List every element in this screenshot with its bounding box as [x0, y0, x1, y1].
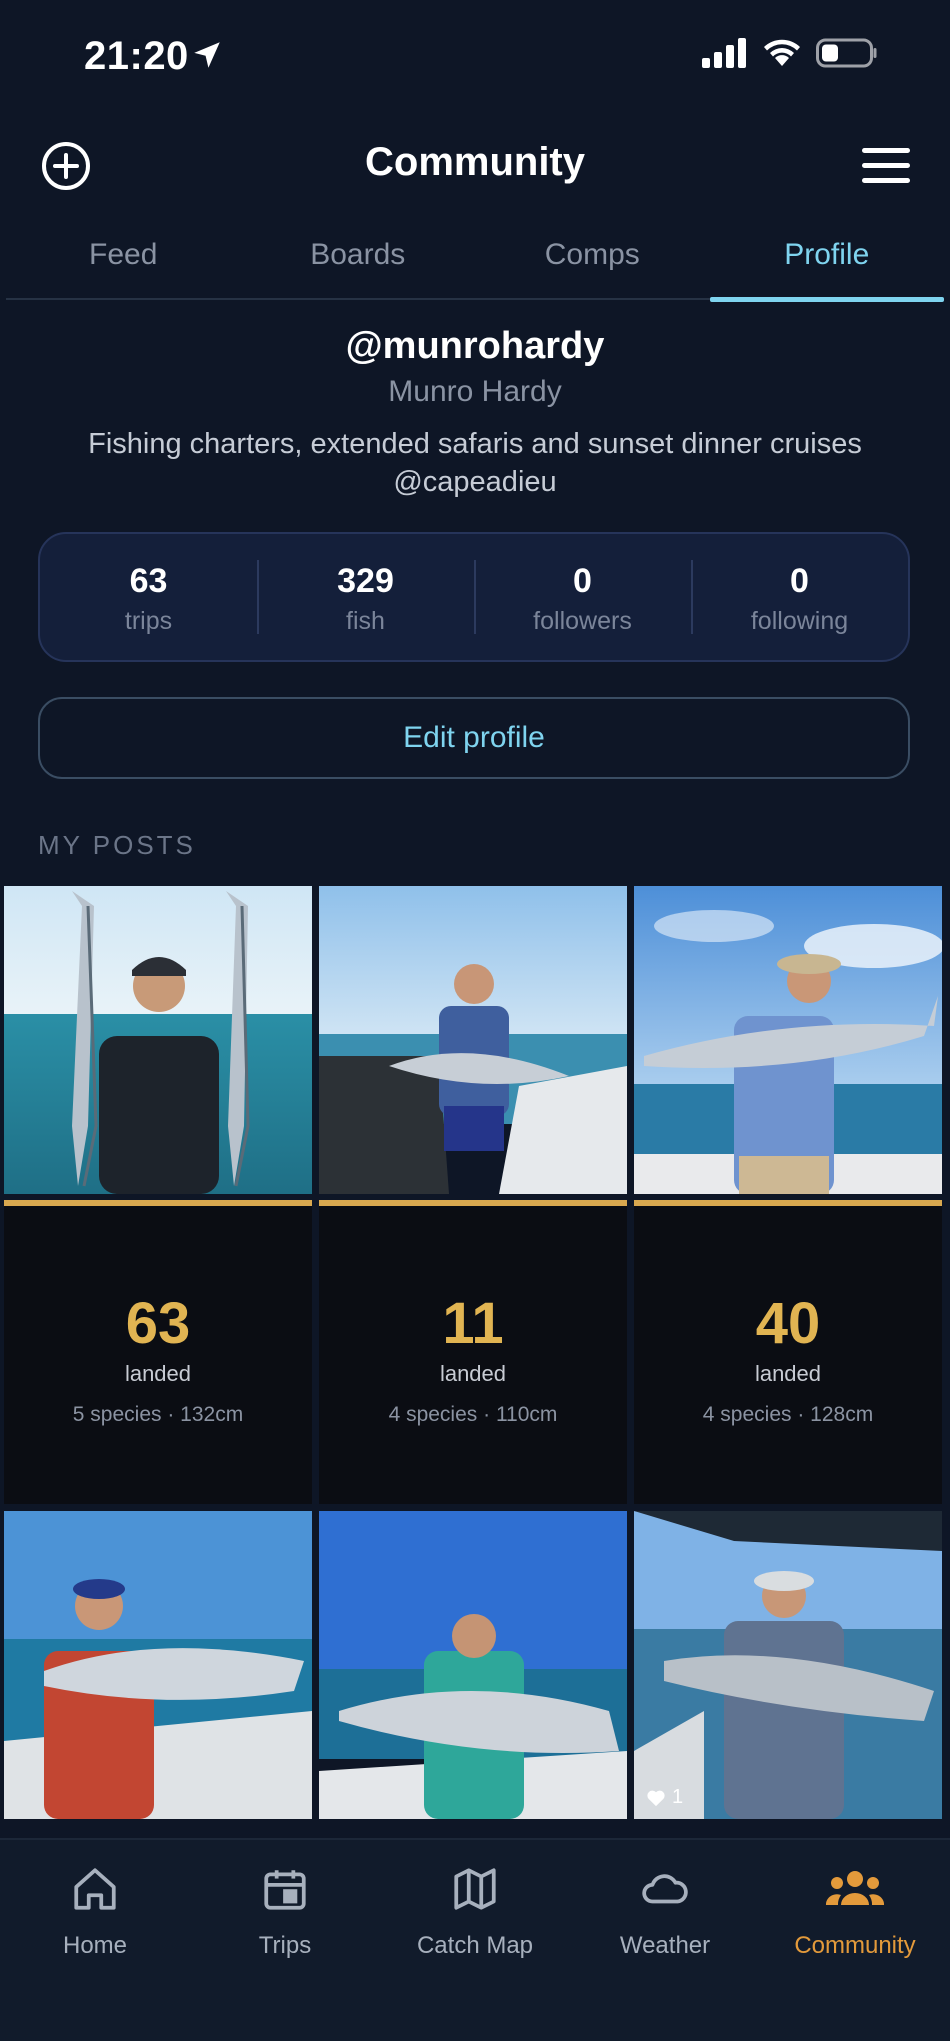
trip-detail: 4 species · 110cm [388, 1403, 558, 1426]
stat-value: 0 [573, 562, 592, 600]
tab-profile[interactable]: Profile [709, 220, 945, 302]
likes-count: 1 [672, 1786, 684, 1808]
tab-boards[interactable]: Boards [241, 220, 476, 298]
trip-stats-card[interactable]: 63 landed 5 species · 132cm [4, 1200, 312, 1504]
post-likes[interactable]: 1 [646, 1786, 683, 1809]
landed-label: landed [754, 1361, 822, 1386]
signal-icon [702, 38, 746, 68]
app-header: Community [0, 120, 950, 210]
nav-weather[interactable]: Weather [570, 1858, 760, 1960]
stat-trips[interactable]: 63 trips [40, 534, 257, 660]
profile-bio: Fishing charters, extended safaris and s… [88, 428, 862, 498]
post-photo[interactable] [319, 886, 627, 1194]
landed-label: landed [439, 1361, 507, 1386]
stat-label: trips [124, 607, 173, 635]
angler-with-barra-image [634, 1511, 942, 1819]
post-photo[interactable] [319, 1511, 627, 1819]
edit-profile-button[interactable]: Edit profile [38, 697, 910, 779]
status-icons [702, 38, 878, 68]
battery-icon [816, 38, 877, 68]
nav-community[interactable]: Community [760, 1858, 950, 1960]
profile-username: @munrohardy [345, 325, 605, 367]
landed-count: 63 [125, 1291, 191, 1356]
stat-label: following [750, 607, 849, 635]
cloud-icon [642, 1874, 688, 1904]
angler-with-mackerel-image [634, 886, 942, 1194]
trip-stats-card[interactable]: 40 landed 4 species · 128cm [634, 1200, 942, 1504]
post-photo[interactable] [4, 886, 312, 1194]
bottom-nav: Home Trips Catch Map Weather Community [0, 1838, 950, 2041]
home-icon [74, 1868, 116, 1910]
post-photo[interactable] [4, 1511, 312, 1819]
nav-label: Catch Map [416, 1932, 534, 1959]
nav-trips[interactable]: Trips [190, 1858, 380, 1960]
stat-label: fish [346, 607, 385, 635]
stat-value: 0 [790, 562, 809, 600]
nav-label: Home [62, 1932, 128, 1959]
menu-button[interactable] [862, 144, 910, 188]
angler-with-barramundi-image [4, 1511, 312, 1819]
trip-stats-card[interactable]: 11 landed 4 species · 110cm [319, 1200, 627, 1504]
stat-value: 63 [129, 562, 168, 600]
landed-count: 11 [442, 1291, 504, 1356]
nav-home[interactable]: Home [0, 1858, 190, 1960]
angler-on-boat-image [319, 886, 627, 1194]
stat-label: followers [533, 607, 632, 635]
status-bar: 21:20 [0, 0, 950, 110]
stat-fish[interactable]: 329 fish [257, 534, 474, 660]
post-photo[interactable] [634, 886, 942, 1194]
profile-stats: 63 trips 329 fish 0 followers 0 followin… [38, 532, 910, 662]
profile-name: Munro Hardy [388, 375, 562, 408]
map-icon [454, 1868, 496, 1910]
calendar-icon [264, 1870, 306, 1910]
page-title: Community [365, 140, 585, 184]
status-time: 21:20 [84, 34, 189, 78]
stat-value: 329 [337, 562, 394, 600]
nav-label: Community [794, 1932, 916, 1959]
nav-label: Weather [619, 1932, 711, 1959]
tab-comps[interactable]: Comps [475, 220, 710, 298]
angler-with-jewfish-image [319, 1511, 627, 1819]
stat-followers[interactable]: 0 followers [474, 534, 691, 660]
landed-label: landed [124, 1361, 192, 1386]
people-icon [825, 1871, 885, 1905]
trip-detail: 5 species · 132cm [72, 1403, 244, 1426]
community-tabs: Feed Boards Comps Profile [6, 220, 945, 302]
tab-feed[interactable]: Feed [6, 220, 241, 298]
nav-catch-map[interactable]: Catch Map [380, 1858, 570, 1960]
location-arrow-icon [194, 42, 220, 68]
heart-icon [647, 1790, 665, 1806]
post-photo[interactable]: 1 [634, 1511, 942, 1819]
wifi-icon [764, 39, 800, 66]
nav-label: Trips [258, 1932, 312, 1959]
stat-following[interactable]: 0 following [691, 534, 908, 660]
my-posts-heading: MY POSTS [38, 830, 196, 860]
landed-count: 40 [755, 1291, 821, 1356]
trip-detail: 4 species · 128cm [702, 1403, 874, 1426]
angler-with-two-mackerel-image [4, 886, 312, 1194]
